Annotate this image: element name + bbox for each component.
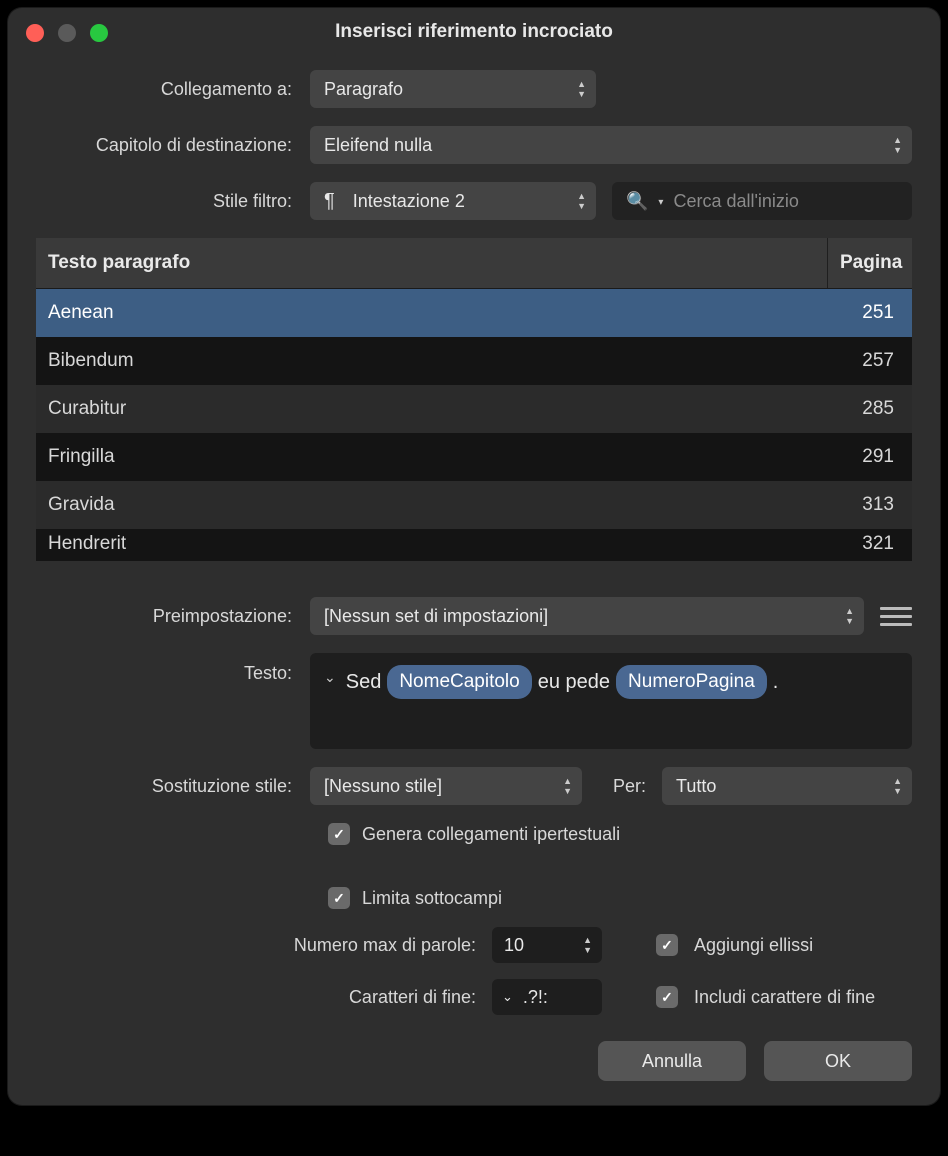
chapter-name-token[interactable]: NomeCapitolo bbox=[387, 665, 531, 699]
paragraph-table: Testo paragrafo Pagina Aenean 251 Bibend… bbox=[36, 238, 912, 561]
per-label: Per: bbox=[598, 776, 646, 797]
chapter-value: Eleifend nulla bbox=[324, 135, 432, 156]
preset-value: [Nessun set di impostazioni] bbox=[324, 606, 548, 627]
chapter-label: Capitolo di destinazione: bbox=[36, 135, 292, 156]
end-chars-value: .?!: bbox=[523, 987, 548, 1008]
max-words-field[interactable]: 10 ▲▼ bbox=[492, 927, 602, 963]
stepper-icon: ▲▼ bbox=[893, 136, 902, 154]
style-sub-select[interactable]: [Nessuno stile] ▲▼ bbox=[310, 767, 582, 805]
per-value: Tutto bbox=[676, 776, 716, 797]
link-to-select[interactable]: Paragrafo ▲▼ bbox=[310, 70, 596, 108]
filter-label: Stile filtro: bbox=[36, 191, 292, 212]
table-row[interactable]: Gravida 313 bbox=[36, 481, 912, 529]
hyperlinks-label: Genera collegamenti ipertestuali bbox=[362, 824, 620, 845]
limit-subfields-label: Limita sottocampi bbox=[362, 888, 502, 909]
ellipsis-checkbox[interactable]: ✓ bbox=[656, 934, 678, 956]
preset-menu-icon[interactable] bbox=[880, 600, 912, 632]
stepper-icon: ▲▼ bbox=[577, 80, 586, 98]
link-to-value: Paragrafo bbox=[324, 79, 403, 100]
ellipsis-label: Aggiungi ellissi bbox=[694, 935, 813, 956]
search-icon: 🔍 bbox=[626, 191, 648, 212]
text-expression-field[interactable]: ⌄ Sed NomeCapitolo eu pede NumeroPagina … bbox=[310, 653, 912, 749]
text-label: Testo: bbox=[36, 653, 292, 684]
ok-button[interactable]: OK bbox=[764, 1041, 912, 1081]
zoom-icon[interactable] bbox=[90, 24, 108, 42]
stepper-icon: ▲▼ bbox=[845, 607, 854, 625]
text-expression: Sed NomeCapitolo eu pede NumeroPagina . bbox=[346, 665, 779, 699]
search-placeholder: Cerca dall'inizio bbox=[673, 191, 799, 212]
table-row[interactable]: Hendrerit 321 bbox=[36, 529, 912, 561]
stepper-icon: ▲▼ bbox=[563, 777, 572, 795]
cross-reference-dialog: Inserisci riferimento incrociato Collega… bbox=[8, 8, 940, 1105]
stepper-icon[interactable]: ▲▼ bbox=[583, 936, 592, 954]
table-row[interactable]: Fringilla 291 bbox=[36, 433, 912, 481]
col-text[interactable]: Testo paragrafo bbox=[36, 238, 828, 288]
link-to-label: Collegamento a: bbox=[36, 79, 292, 100]
end-chars-field[interactable]: ⌄ .?!: bbox=[492, 979, 602, 1015]
cancel-button[interactable]: Annulla bbox=[598, 1041, 746, 1081]
filter-select[interactable]: ¶ Intestazione 2 ▲▼ bbox=[310, 182, 596, 220]
stepper-icon: ▲▼ bbox=[893, 777, 902, 795]
max-words-label: Numero max di parole: bbox=[36, 935, 476, 956]
minimize-icon bbox=[58, 24, 76, 42]
hyperlinks-checkbox[interactable]: ✓ bbox=[328, 823, 350, 845]
search-input[interactable]: 🔍 ▾ Cerca dall'inizio bbox=[612, 182, 912, 220]
titlebar: Inserisci riferimento incrociato bbox=[8, 8, 940, 56]
include-end-checkbox[interactable]: ✓ bbox=[656, 986, 678, 1008]
chevron-down-icon: ⌄ bbox=[502, 989, 513, 1005]
style-sub-label: Sostituzione stile: bbox=[36, 776, 292, 797]
end-chars-label: Caratteri di fine: bbox=[36, 987, 476, 1008]
table-body: Aenean 251 Bibendum 257 Curabitur 285 Fr… bbox=[36, 289, 912, 561]
preset-select[interactable]: [Nessun set di impostazioni] ▲▼ bbox=[310, 597, 864, 635]
preset-label: Preimpostazione: bbox=[36, 606, 292, 627]
table-row[interactable]: Bibendum 257 bbox=[36, 337, 912, 385]
per-select[interactable]: Tutto ▲▼ bbox=[662, 767, 912, 805]
col-page[interactable]: Pagina bbox=[828, 238, 912, 288]
filter-value: Intestazione 2 bbox=[353, 191, 465, 212]
stepper-icon: ▲▼ bbox=[577, 192, 586, 210]
button-bar: Annulla OK bbox=[36, 1041, 912, 1081]
page-number-token[interactable]: NumeroPagina bbox=[616, 665, 767, 699]
chevron-down-icon: ▾ bbox=[658, 197, 663, 208]
window-controls bbox=[26, 24, 108, 42]
pilcrow-icon: ¶ bbox=[324, 190, 335, 213]
include-end-label: Includi carattere di fine bbox=[694, 987, 875, 1008]
close-icon[interactable] bbox=[26, 24, 44, 42]
style-sub-value: [Nessuno stile] bbox=[324, 776, 442, 797]
table-header: Testo paragrafo Pagina bbox=[36, 238, 912, 289]
table-row[interactable]: Aenean 251 bbox=[36, 289, 912, 337]
chevron-down-icon[interactable]: ⌄ bbox=[324, 669, 336, 686]
chapter-select[interactable]: Eleifend nulla ▲▼ bbox=[310, 126, 912, 164]
limit-subfields-checkbox[interactable]: ✓ bbox=[328, 887, 350, 909]
table-row[interactable]: Curabitur 285 bbox=[36, 385, 912, 433]
max-words-value: 10 bbox=[504, 935, 524, 956]
window-title: Inserisci riferimento incrociato bbox=[8, 21, 940, 43]
